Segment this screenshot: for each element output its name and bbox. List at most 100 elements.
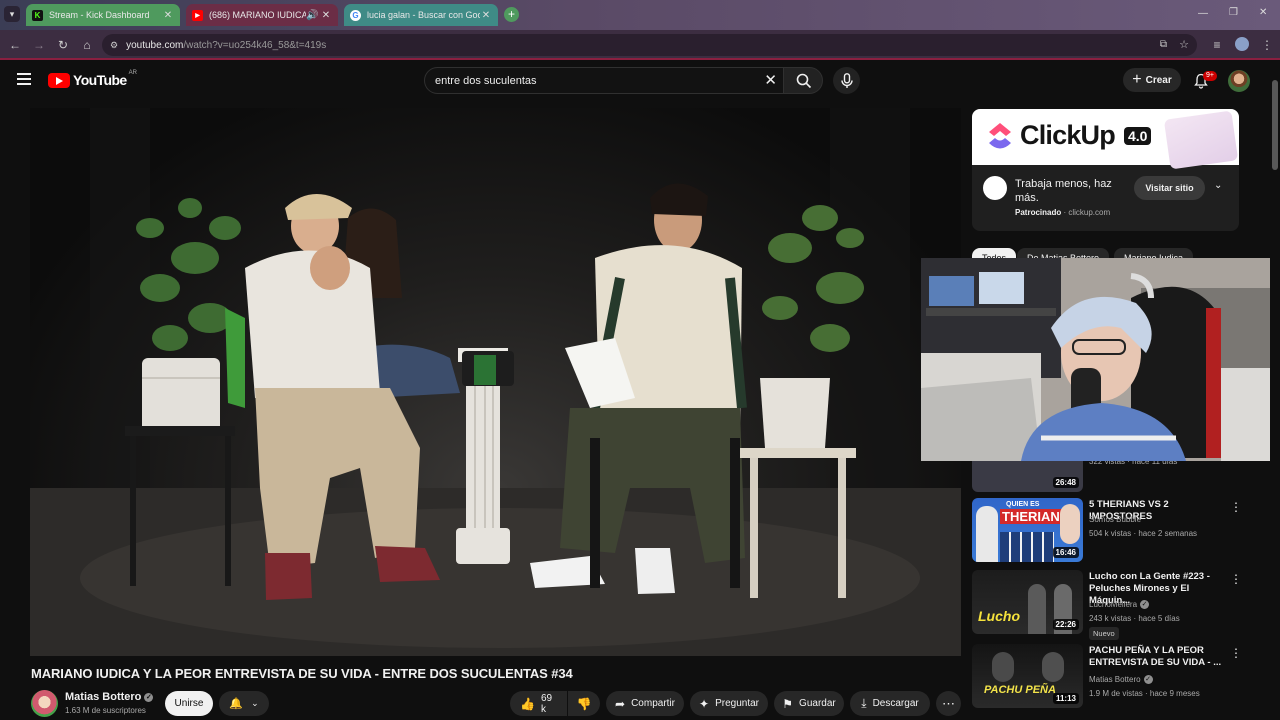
- recommendation-channel[interactable]: Matias Bottero ✓: [1089, 675, 1153, 684]
- thumb-caption: PACHU PEÑA: [984, 684, 1056, 696]
- forward-icon[interactable]: →: [32, 38, 46, 52]
- recommendation-channel[interactable]: Somos Bubble: [1089, 515, 1141, 524]
- thumb-caption: Lucho: [978, 608, 1020, 624]
- recommendation-item[interactable]: Lucho 22:26 Lucho con La Gente #223 - Pe…: [972, 570, 1272, 640]
- ad-banner[interactable]: ClickUp 4.0: [972, 109, 1239, 170]
- recommendation-channel[interactable]: LuchoMellera ✓: [1089, 600, 1150, 609]
- more-horizontal-icon: ⋯: [942, 695, 955, 711]
- bookmark-star-icon[interactable]: ☆: [1179, 38, 1189, 51]
- search-button[interactable]: [783, 67, 823, 94]
- recommendation-thumbnail[interactable]: PACHU PEÑA 11:13: [972, 644, 1083, 708]
- youtube-logo[interactable]: YouTube AR: [48, 70, 137, 88]
- recommendation-item[interactable]: QUIEN ES THERIAN 16:46 5 THERIANS VS 2 I…: [972, 498, 1272, 568]
- home-icon[interactable]: ⌂: [80, 38, 94, 52]
- voice-search-button[interactable]: [833, 67, 860, 94]
- create-button[interactable]: + Crear: [1123, 68, 1181, 92]
- recommendation-thumbnail[interactable]: QUIEN ES THERIAN 16:46: [972, 498, 1083, 562]
- download-icon: ⤓: [861, 696, 867, 710]
- like-button[interactable]: 👍 69 k: [510, 691, 567, 716]
- save-button[interactable]: ⚑ Guardar: [774, 691, 844, 716]
- plus-icon: +: [1132, 71, 1142, 88]
- thumb-figure: [976, 506, 998, 562]
- profile-icon[interactable]: [1235, 37, 1249, 51]
- share-button[interactable]: ➦ Compartir: [606, 691, 684, 716]
- visit-site-button[interactable]: Visitar sitio: [1134, 176, 1205, 200]
- save-label: Guardar: [799, 698, 836, 709]
- share-label: Compartir: [631, 698, 675, 709]
- download-label: Descargar: [872, 698, 919, 709]
- restore-icon[interactable]: ❐: [1229, 7, 1238, 18]
- country-code: AR: [128, 70, 137, 76]
- thumb-figure: [1060, 504, 1080, 544]
- channel-avatar[interactable]: [31, 690, 58, 717]
- sponsored-label: Patrocinado: [1015, 208, 1062, 217]
- subscription-bell-button[interactable]: 🔔 ⌄: [219, 691, 269, 716]
- reading-list-icon[interactable]: ≡: [1210, 38, 1224, 52]
- scrollbar-thumb[interactable]: [1272, 80, 1278, 170]
- reload-icon[interactable]: ↻: [56, 38, 70, 52]
- recommendation-thumbnail[interactable]: Lucho 22:26: [972, 570, 1083, 634]
- hamburger-menu-icon[interactable]: [17, 73, 31, 85]
- thumb-figure: [992, 652, 1014, 682]
- thumbs-down-icon: 👎: [576, 696, 592, 711]
- new-badge: Nuevo: [1089, 627, 1119, 640]
- logo-text: YouTube: [73, 72, 127, 88]
- ad-advertiser-icon: [983, 176, 1007, 200]
- ad-domain: clickup.com: [1068, 208, 1111, 217]
- clickup-logo-icon: [989, 123, 1011, 149]
- sponsored-ad-card[interactable]: ClickUp 4.0 Trabaja menos, haz más. Patr…: [972, 109, 1239, 231]
- account-avatar[interactable]: [1228, 70, 1250, 92]
- thumb-figure: [1042, 652, 1064, 682]
- search-icon: [796, 73, 812, 89]
- video-duration: 26:48: [1052, 477, 1079, 488]
- tab-youtube-video[interactable]: ▶ (686) MARIANO IUDICA Y LA 🔊 ✕: [186, 4, 338, 26]
- ask-label: Preguntar: [715, 698, 759, 709]
- channel-name[interactable]: Matias Bottero ✓: [65, 691, 154, 703]
- verified-icon: ✓: [1143, 675, 1153, 684]
- ad-product-screenshot: [1163, 110, 1239, 170]
- thumbs-up-icon: 👍: [520, 696, 535, 711]
- close-icon[interactable]: ✕: [320, 10, 332, 21]
- more-actions-button[interactable]: ⋯: [936, 691, 961, 716]
- chevron-down-icon[interactable]: ⌄: [1214, 180, 1222, 191]
- search-input[interactable]: entre dos suculentas ✕: [424, 67, 784, 94]
- bookmark-icon: ⚑: [782, 696, 794, 711]
- video-duration: 16:46: [1052, 547, 1079, 558]
- recommendation-title[interactable]: PACHU PEÑA Y LA PEOR ENTREVISTA DE SU VI…: [1089, 645, 1227, 669]
- youtube-header: YouTube AR entre dos suculentas ✕ + Crea…: [0, 62, 1280, 100]
- minimize-icon[interactable]: —: [1198, 8, 1208, 19]
- browser-menu-icon[interactable]: ⋮: [1260, 38, 1274, 52]
- join-button[interactable]: Unirse: [165, 691, 213, 716]
- site-info-icon[interactable]: ⚙: [110, 40, 118, 51]
- more-vertical-icon[interactable]: ⋮: [1230, 646, 1242, 660]
- window-close-icon[interactable]: ✕: [1259, 7, 1267, 18]
- youtube-favicon-icon: ▶: [192, 9, 203, 21]
- download-button[interactable]: ⤓ Descargar: [850, 691, 930, 716]
- tab-title: (686) MARIANO IUDICA Y LA: [209, 10, 306, 20]
- clear-search-icon[interactable]: ✕: [764, 71, 777, 89]
- ask-button[interactable]: ✦ Preguntar: [690, 691, 768, 716]
- back-icon[interactable]: ←: [8, 38, 22, 52]
- speaker-icon[interactable]: 🔊: [306, 10, 318, 21]
- address-bar[interactable]: ⚙ youtube.com/watch?v=uo254k46_58&t=419s…: [102, 34, 1197, 56]
- browser-tab-bar: ▾ K Stream - Kick Dashboard ✕ ▶ (686) MA…: [0, 0, 1280, 30]
- recommendation-meta: 504 k vistas · hace 2 semanas: [1089, 529, 1198, 538]
- sparkle-icon: ✦: [699, 696, 710, 711]
- thumb-caption: QUIEN ES: [1006, 501, 1040, 508]
- tab-search-icon[interactable]: ▾: [4, 6, 20, 22]
- new-tab-button[interactable]: +: [504, 7, 519, 22]
- browser-toolbar: ← → ↻ ⌂ ⚙ youtube.com/watch?v=uo254k46_5…: [0, 30, 1280, 60]
- close-icon[interactable]: ✕: [162, 10, 174, 21]
- more-vertical-icon[interactable]: ⋮: [1230, 572, 1242, 586]
- close-icon[interactable]: ✕: [480, 10, 492, 21]
- video-player[interactable]: [30, 108, 961, 656]
- youtube-play-icon: [48, 72, 70, 88]
- tab-google-search[interactable]: G lucia galan - Buscar con Google ✕: [344, 4, 498, 26]
- cast-icon[interactable]: ⧉: [1160, 39, 1167, 50]
- tab-kick-dashboard[interactable]: K Stream - Kick Dashboard ✕: [26, 4, 180, 26]
- verified-icon: ✓: [144, 693, 154, 702]
- recommendation-item[interactable]: PACHU PEÑA 11:13 PACHU PEÑA Y LA PEOR EN…: [972, 644, 1272, 714]
- streamer-webcam-overlay: [921, 258, 1280, 461]
- more-vertical-icon[interactable]: ⋮: [1230, 500, 1242, 514]
- dislike-button[interactable]: 👎: [568, 691, 600, 716]
